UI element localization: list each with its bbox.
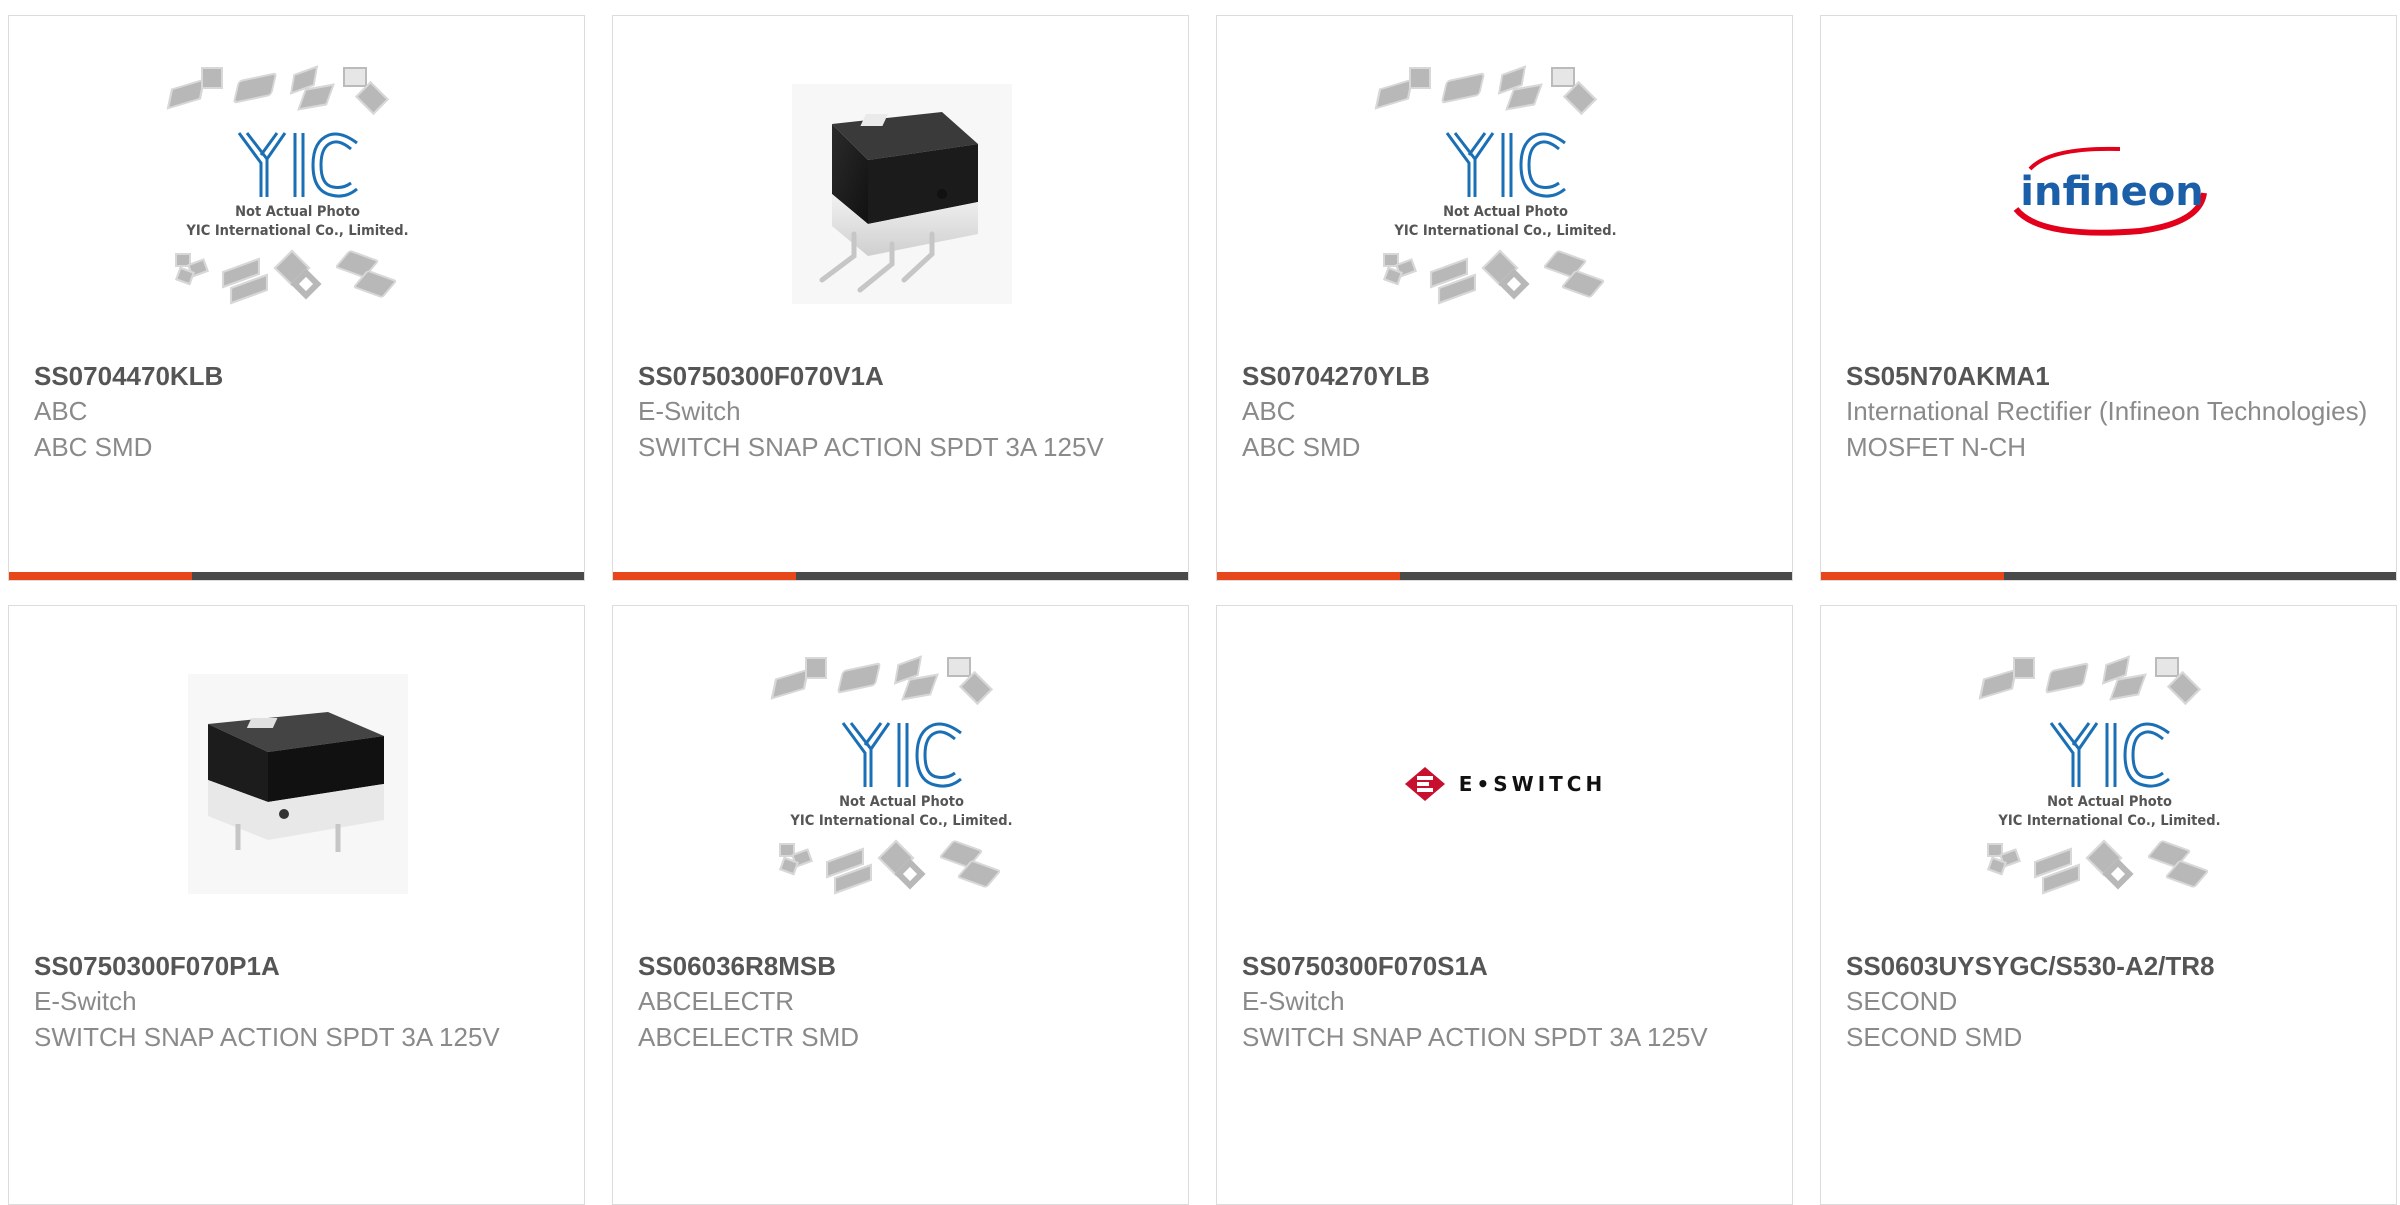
card-bottom-bar-accent <box>9 572 192 580</box>
placeholder-caption-line1: Not Actual Photo <box>2047 794 2172 810</box>
product-image[interactable] <box>613 61 1188 326</box>
card-bottom-bar-accent <box>1821 572 2004 580</box>
product-card[interactable]: Not Actual Photo YIC International Co., … <box>8 15 585 581</box>
product-image[interactable]: Not Actual Photo YIC International Co., … <box>9 61 584 326</box>
manufacturer-name: E-Switch <box>638 396 741 426</box>
product-description: ABC SMD <box>1242 432 1361 462</box>
product-image[interactable]: Not Actual Photo YIC International Co., … <box>1821 651 2396 916</box>
placeholder-caption-line2: YIC International Co., Limited. <box>186 223 409 239</box>
product-info: SS0750300F070S1A E-Switch SWITCH SNAP ACTI… <box>1242 949 1772 1055</box>
manufacturer-name: ABC <box>1242 396 1296 426</box>
product-info: SS06036R8MSB ABCELECTR ABCELECTR SMD <box>638 949 1168 1055</box>
placeholder-caption-line1: Not Actual Photo <box>235 204 360 220</box>
placeholder-caption-line1: Not Actual Photo <box>1443 204 1568 220</box>
product-description: ABCELECTR SMD <box>638 1022 860 1052</box>
product-info: SS0704270YLB ABC ABC SMD <box>1242 359 1772 465</box>
card-bottom-bar <box>9 572 584 580</box>
part-number-link[interactable]: SS0750300F070P1A <box>34 949 564 983</box>
product-description: ABC SMD <box>34 432 153 462</box>
product-info: SS0750300F070V1A E-Switch SWITCH SNAP ACTI… <box>638 359 1168 465</box>
product-description: MOSFET N-CH <box>1846 432 2027 462</box>
card-bottom-bar <box>613 572 1188 580</box>
not-actual-photo-placeholder: Not Actual Photo YIC International Co., … <box>1371 61 1641 326</box>
card-bottom-bar-accent <box>1217 572 1400 580</box>
placeholder-caption-line2: YIC International Co., Limited. <box>1394 223 1617 239</box>
part-number-link[interactable]: SS0750300F070V1A <box>638 359 1168 393</box>
yic-logo-icon <box>841 722 962 788</box>
part-number-link[interactable]: SS0750300F070S1A <box>1242 949 1772 983</box>
product-info: SS05N70AKMA1 International Rectifier (Inf… <box>1846 359 2376 465</box>
part-number-link[interactable]: SS0704270YLB <box>1242 359 1772 393</box>
not-actual-photo-placeholder: Not Actual Photo YIC International Co., … <box>767 651 1037 916</box>
product-image[interactable]: E•SWITCH <box>1217 651 1792 916</box>
yic-logo-icon <box>1445 132 1566 198</box>
product-card[interactable]: infineon SS05N70AKMA1 International Recti… <box>1820 15 2397 581</box>
placeholder-caption-line2: YIC International Co., Limited. <box>1998 813 2221 829</box>
manufacturer-name: ABC <box>34 396 88 426</box>
not-actual-photo-placeholder: Not Actual Photo YIC International Co., … <box>1975 651 2245 916</box>
eswitch-logo: E•SWITCH <box>1404 766 1607 801</box>
eswitch-mark-icon <box>1404 766 1445 801</box>
product-image[interactable]: Not Actual Photo YIC International Co., … <box>613 651 1188 916</box>
part-number-link[interactable]: SS0603UYSYGC/S530-A2/TR8 <box>1846 949 2376 983</box>
card-bottom-bar <box>1821 572 2396 580</box>
infineon-logo-icon: infineon <box>2013 146 2207 236</box>
part-number-link[interactable]: SS05N70AKMA1 <box>1846 359 2376 393</box>
snap-switch-photo <box>791 83 1012 304</box>
part-number-link[interactable]: SS06036R8MSB <box>638 949 1168 983</box>
not-actual-photo-placeholder: Not Actual Photo YIC International Co., … <box>163 61 433 326</box>
product-image[interactable]: Not Actual Photo YIC International Co., … <box>1217 61 1792 326</box>
product-info: SS0750300F070P1A E-Switch SWITCH SNAP ACTI… <box>34 949 564 1055</box>
eswitch-logo-text: E•SWITCH <box>1458 771 1607 796</box>
product-card[interactable]: SS0750300F070V1A E-Switch SWITCH SNAP ACTI… <box>612 15 1189 581</box>
product-card[interactable]: Not Actual Photo YIC International Co., … <box>1820 605 2397 1205</box>
yic-logo-icon <box>2049 722 2170 788</box>
manufacturer-name: ABCELECTR <box>638 986 795 1016</box>
manufacturer-name: E-Switch <box>34 986 137 1016</box>
product-description: SWITCH SNAP ACTION SPDT 3A 125V <box>1242 1022 1708 1052</box>
manufacturer-name: SECOND <box>1846 986 1958 1016</box>
placeholder-caption-line2: YIC International Co., Limited. <box>790 813 1013 829</box>
infineon-logo-text: infineon <box>2020 169 2203 215</box>
product-description: SWITCH SNAP ACTION SPDT 3A 125V <box>34 1022 500 1052</box>
card-bottom-bar-accent <box>613 572 796 580</box>
product-card[interactable]: Not Actual Photo YIC International Co., … <box>612 605 1189 1205</box>
part-number-link[interactable]: SS0704470KLB <box>34 359 564 393</box>
product-card[interactable]: SS0750300F070P1A E-Switch SWITCH SNAP ACTI… <box>8 605 585 1205</box>
product-info: SS0603UYSYGC/S530-A2/TR8 SECOND SECOND SMD <box>1846 949 2376 1055</box>
product-description: SWITCH SNAP ACTION SPDT 3A 125V <box>638 432 1104 462</box>
snap-switch-photo <box>187 673 408 894</box>
product-info: SS0704470KLB ABC ABC SMD <box>34 359 564 465</box>
manufacturer-name: E-Switch <box>1242 986 1345 1016</box>
product-image[interactable] <box>9 651 584 916</box>
card-bottom-bar <box>1217 572 1792 580</box>
manufacturer-name: International Rectifier (Infineon Techno… <box>1846 396 2368 426</box>
product-card[interactable]: E•SWITCH SS0750300F070S1A E-Switch SWITCH … <box>1216 605 1793 1205</box>
placeholder-caption-line1: Not Actual Photo <box>839 794 964 810</box>
product-grid: Not Actual Photo YIC International Co., … <box>0 0 2400 1205</box>
product-card[interactable]: Not Actual Photo YIC International Co., … <box>1216 15 1793 581</box>
yic-logo-icon <box>237 132 358 198</box>
product-image[interactable]: infineon <box>1821 61 2396 326</box>
product-description: SECOND SMD <box>1846 1022 2023 1052</box>
